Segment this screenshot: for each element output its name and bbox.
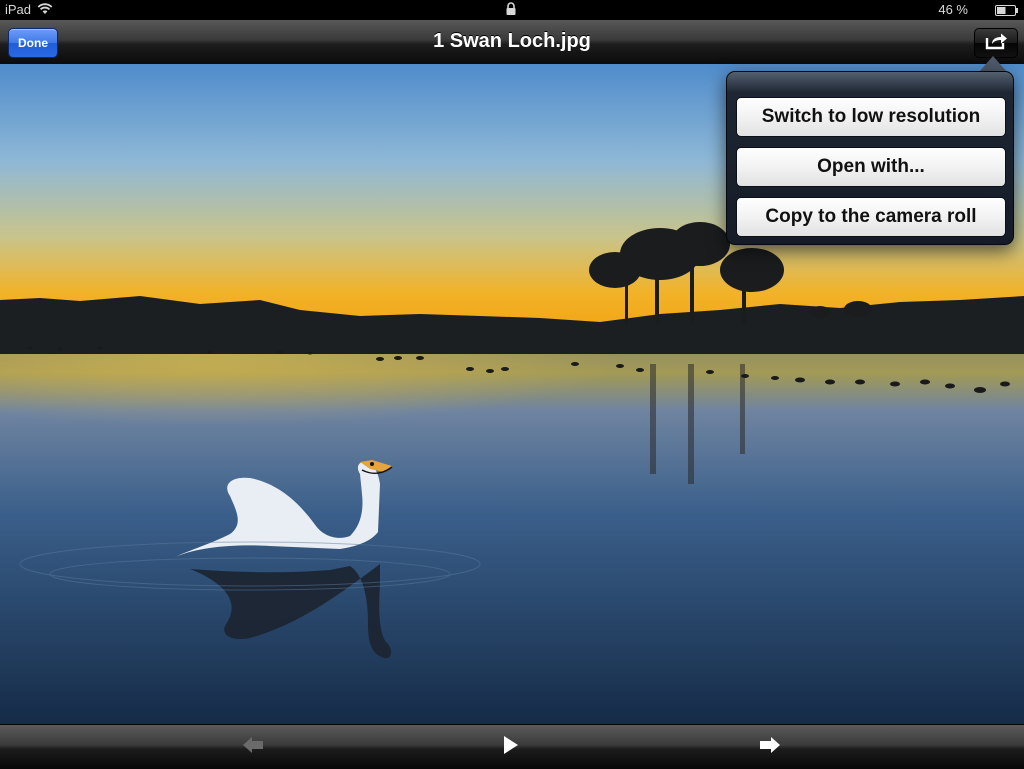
previous-button[interactable] <box>233 733 273 761</box>
battery-icon <box>995 4 1019 19</box>
wifi-icon <box>37 3 53 18</box>
lock-icon <box>505 2 517 19</box>
switch-low-resolution-button[interactable]: Switch to low resolution <box>736 97 1006 137</box>
device-name: iPad <box>5 2 32 17</box>
popover-arrow <box>979 56 1007 72</box>
done-button[interactable]: Done <box>8 28 58 58</box>
play-icon <box>502 735 520 760</box>
battery-percent: 46 % <box>938 2 968 17</box>
status-bar: iPad 46 % <box>0 0 1024 20</box>
bottom-toolbar <box>0 724 1024 769</box>
copy-to-camera-roll-button[interactable]: Copy to the camera roll <box>736 197 1006 237</box>
arrow-right-icon <box>758 736 782 759</box>
share-icon <box>984 32 1008 55</box>
share-popover-menu: Switch to low resolution Open with... Co… <box>726 71 1014 245</box>
page-title: 1 Swan Loch.jpg <box>433 30 591 52</box>
share-button[interactable] <box>974 28 1018 58</box>
open-with-button[interactable]: Open with... <box>736 147 1006 187</box>
play-button[interactable] <box>491 733 531 761</box>
arrow-left-icon <box>241 736 265 759</box>
navigation-bar: Done 1 Swan Loch.jpg <box>0 20 1024 65</box>
next-button[interactable] <box>750 733 790 761</box>
